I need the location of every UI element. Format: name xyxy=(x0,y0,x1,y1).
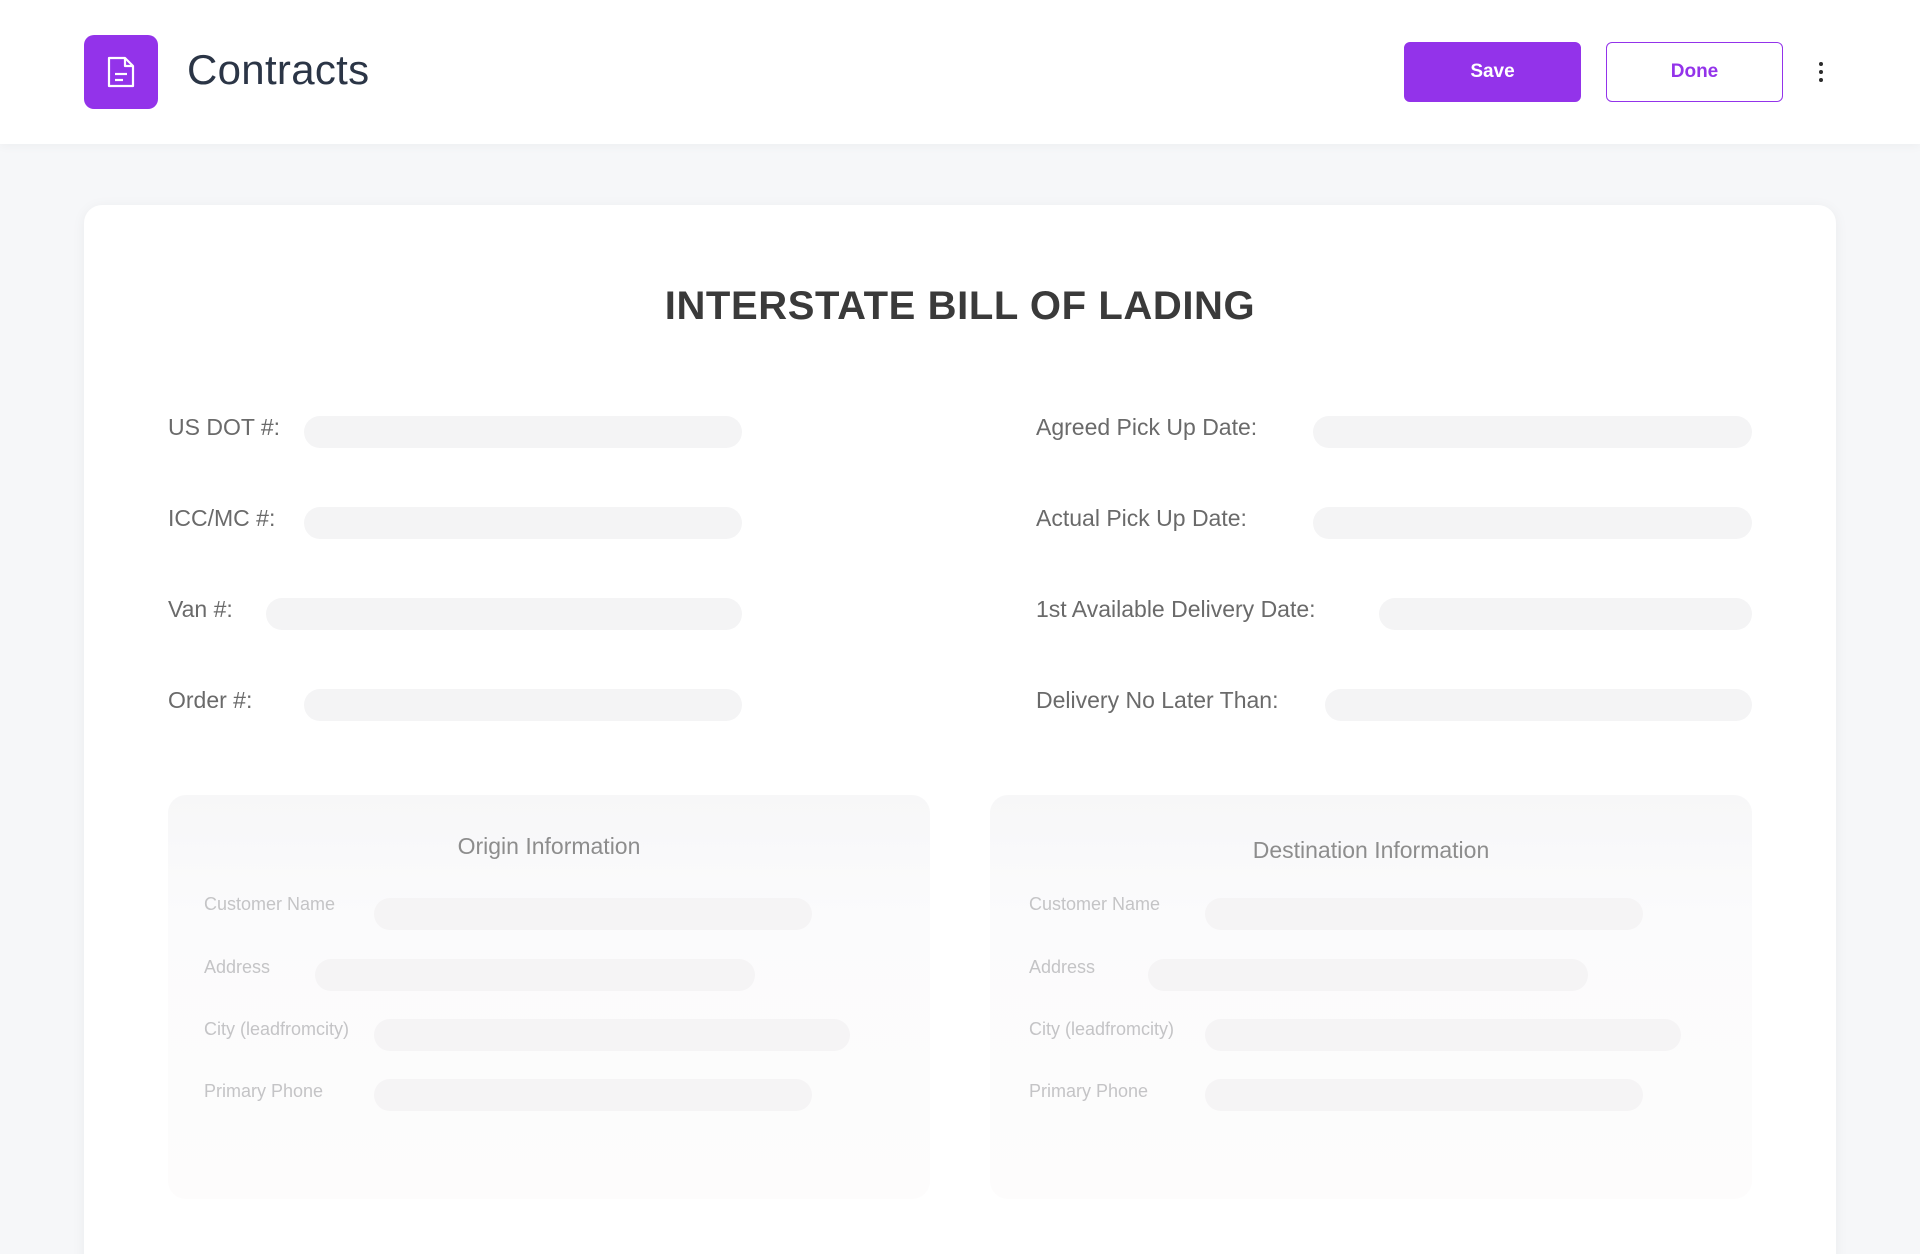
destination-city-input[interactable] xyxy=(1205,1019,1681,1051)
origin-information-panel: Origin Information Customer Name Address… xyxy=(168,795,930,1199)
origin-panel-title: Origin Information xyxy=(457,833,641,859)
origin-city-label: City (leadfromcity) xyxy=(204,1019,350,1039)
done-button[interactable]: Done xyxy=(1606,42,1783,102)
top-bar: Contracts Save Done xyxy=(0,0,1920,144)
document-icon xyxy=(84,35,158,109)
destination-information-panel: Destination Information Customer Name Ad… xyxy=(990,795,1752,1199)
more-vertical-icon[interactable] xyxy=(1808,55,1834,89)
destination-address-label: Address xyxy=(1029,957,1096,977)
van-number-input[interactable] xyxy=(266,598,742,630)
destination-panel-title: Destination Information xyxy=(1252,837,1490,863)
van-number-label: Van #: xyxy=(168,596,233,622)
icc-mc-label: ICC/MC #: xyxy=(168,505,276,531)
delivery-no-later-than-label: Delivery No Later Than: xyxy=(1036,687,1279,713)
destination-address-input[interactable] xyxy=(1148,959,1588,991)
origin-customer-name-label: Customer Name xyxy=(204,894,336,914)
agreed-pickup-date-input[interactable] xyxy=(1313,416,1752,448)
actual-pickup-date-input[interactable] xyxy=(1313,507,1752,539)
icc-mc-input[interactable] xyxy=(304,507,742,539)
origin-address-label: Address xyxy=(204,957,271,977)
origin-address-input[interactable] xyxy=(315,959,755,991)
origin-city-input[interactable] xyxy=(374,1019,850,1051)
order-number-input[interactable] xyxy=(304,689,742,721)
save-button[interactable]: Save xyxy=(1404,42,1581,102)
first-available-delivery-date-input[interactable] xyxy=(1379,598,1752,630)
agreed-pickup-date-label: Agreed Pick Up Date: xyxy=(1036,414,1258,440)
origin-primary-phone-label: Primary Phone xyxy=(204,1081,324,1101)
destination-city-label: City (leadfromcity) xyxy=(1029,1019,1175,1039)
document-title: INTERSTATE BILL OF LADING xyxy=(664,284,1256,328)
destination-customer-name-input[interactable] xyxy=(1205,898,1643,930)
delivery-no-later-than-input[interactable] xyxy=(1325,689,1752,721)
order-number-label: Order #: xyxy=(168,687,253,713)
origin-primary-phone-input[interactable] xyxy=(374,1079,812,1111)
destination-customer-name-label: Customer Name xyxy=(1029,894,1161,914)
origin-customer-name-input[interactable] xyxy=(374,898,812,930)
us-dot-input[interactable] xyxy=(304,416,742,448)
page-title: Contracts xyxy=(187,46,370,93)
first-available-delivery-date-label: 1st Available Delivery Date: xyxy=(1036,596,1316,622)
actual-pickup-date-label: Actual Pick Up Date: xyxy=(1036,505,1247,531)
us-dot-label: US DOT #: xyxy=(168,414,281,440)
destination-primary-phone-label: Primary Phone xyxy=(1029,1081,1149,1101)
destination-primary-phone-input[interactable] xyxy=(1205,1079,1643,1111)
